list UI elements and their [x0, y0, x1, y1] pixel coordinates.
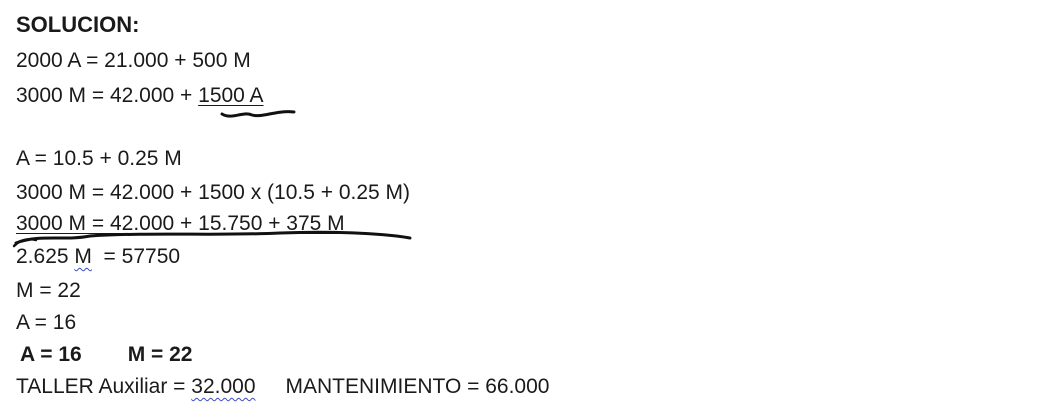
equation-5: 3000 M = 42.000 + 15.750 + 375 M: [16, 212, 345, 235]
equation-2-underlined-term: 1500 A: [198, 84, 264, 107]
equation-8: A = 16: [16, 311, 77, 334]
equation-4: 3000 M = 42.000 + 1500 x (10.5 + 0.25 M): [16, 181, 411, 204]
solution-title: SOLUCION:: [16, 12, 140, 37]
result-line: A = 16 M = 22: [20, 342, 192, 368]
equation-6-result: = 57750: [91, 245, 181, 268]
equation-1: 2000 A = 21.000 + 500 M: [16, 49, 251, 72]
taller-label: TALLER Auxiliar =: [16, 375, 192, 398]
ink-stroke-under-1500a: [220, 110, 296, 118]
equation-2-prefix: 3000 M = 42.000 +: [16, 84, 199, 107]
equation-2: 3000 M = 42.000 + 1500 A: [16, 83, 264, 109]
equation-7: M = 22: [16, 279, 81, 302]
mantenimiento-value: MANTENIMIENTO = 66.000: [285, 375, 550, 398]
final-line: TALLER Auxiliar = 32.000 MANTENIMIENTO = …: [16, 374, 549, 400]
document-page: SOLUCION: 2000 A = 21.000 + 500 M 3000 M…: [0, 0, 1061, 419]
result-m: M = 22: [127, 343, 193, 366]
equation-6-variable: M: [74, 245, 92, 268]
taller-value: 32.000: [191, 375, 256, 398]
equation-6: 2.625 M = 57750: [16, 244, 180, 270]
equation-6-coefficient: 2.625: [16, 245, 75, 268]
result-a: A = 16: [20, 343, 82, 366]
equation-3: A = 10.5 + 0.25 M: [16, 147, 182, 170]
